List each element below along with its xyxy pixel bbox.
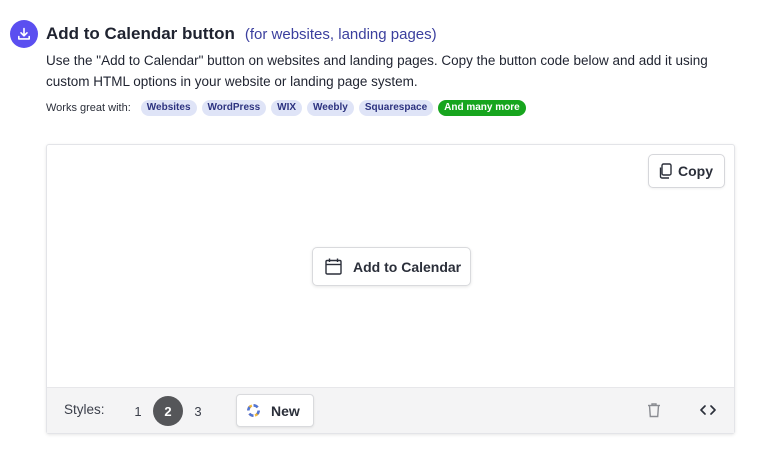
works-with-row: Works great with: Websites WordPress WIX… — [46, 100, 531, 116]
chip-wix: WIX — [271, 100, 303, 116]
styles-label: Styles: — [64, 402, 105, 417]
style-option-2[interactable]: 2 — [153, 396, 183, 426]
code-icon[interactable] — [699, 402, 717, 418]
trash-icon[interactable] — [647, 402, 661, 418]
chip-and-many-more: And many more — [438, 100, 526, 116]
description: Use the "Add to Calendar" button on webs… — [46, 53, 708, 89]
chip-squarespace: Squarespace — [358, 100, 434, 116]
new-button[interactable]: New — [236, 394, 314, 427]
style-option-3[interactable]: 3 — [183, 396, 213, 426]
copy-icon — [658, 163, 672, 179]
chip-websites: Websites — [140, 100, 197, 116]
add-to-calendar-button[interactable]: Add to Calendar — [312, 247, 471, 286]
works-with-label: Works great with: — [46, 102, 131, 114]
add-to-calendar-label: Add to Calendar — [353, 258, 462, 275]
chip-weebly: Weebly — [307, 100, 354, 116]
title-row: Add to Calendar button (for websites, la… — [46, 24, 437, 44]
card-footer: Styles: 1 2 3 New — [47, 387, 734, 433]
copy-button[interactable]: Copy — [648, 154, 725, 188]
color-wheel-icon — [246, 403, 261, 418]
calendar-icon — [325, 258, 342, 275]
style-option-1[interactable]: 1 — [123, 396, 153, 426]
page-title: Add to Calendar button — [46, 24, 235, 43]
download-icon — [10, 20, 38, 48]
chip-wordpress: WordPress — [201, 100, 267, 116]
preview-card: Copy Add to Calendar Styles: 1 2 3 New — [46, 144, 735, 434]
page-subtitle: (for websites, landing pages) — [244, 26, 437, 43]
new-button-label: New — [271, 402, 300, 419]
copy-button-label: Copy — [678, 163, 713, 179]
